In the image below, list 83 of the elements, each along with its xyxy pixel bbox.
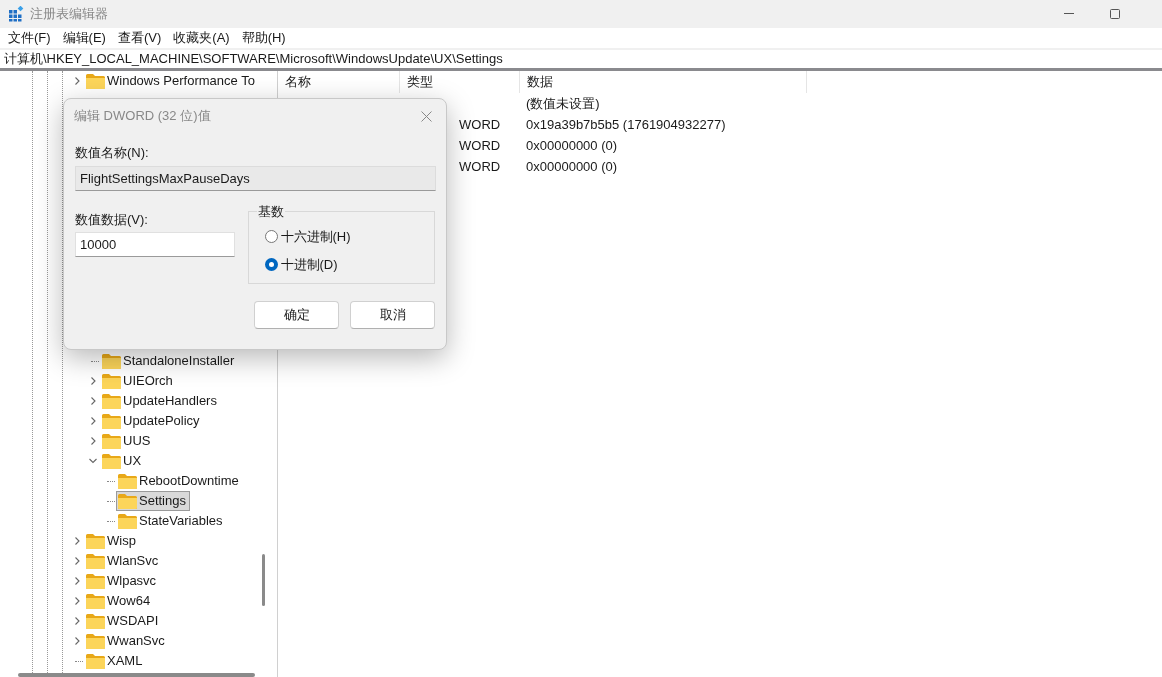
tree-connector [107,500,115,502]
column-header[interactable]: 类型 [400,71,520,93]
tree-item[interactable]: UUS [100,431,155,451]
folder-icon [102,433,121,449]
expand-icon[interactable] [73,597,81,605]
dialog-button[interactable]: 确定 [254,301,339,329]
tree-connector [75,660,83,662]
menu-item[interactable]: 编辑(E) [56,28,112,48]
field-label: 数值名称(N): [75,144,150,161]
table-cell: 0x19a39b7b5b5 (1761904932277) [526,116,726,132]
folder-icon [86,633,105,649]
expand-icon[interactable] [73,577,81,585]
menu-item[interactable]: 帮助(H) [235,28,292,48]
tree-item[interactable]: XAML [84,651,147,671]
expand-icon[interactable] [73,617,81,625]
folder-icon [86,653,105,669]
close-icon [420,110,432,122]
folder-icon [102,453,121,469]
expand-icon[interactable] [89,397,97,405]
table-cell: 0x00000000 (0) [526,137,618,153]
horizontal-scrollbar[interactable] [18,673,255,677]
tree-connector [91,360,99,362]
menu-item[interactable]: 文件(F) [2,28,57,48]
table-cell: (数值未设置) [526,95,600,111]
folder-icon [118,513,137,529]
tree-item[interactable]: WSDAPI [84,611,163,631]
field-label: 数值数据(V): [75,211,149,228]
column-header[interactable]: 名称 [278,71,400,93]
expand-icon[interactable] [73,557,81,565]
table-cell: WORD [459,137,501,153]
tree-item[interactable]: UX [100,451,146,471]
folder-icon [102,393,121,409]
folder-icon [102,413,121,429]
tree-item[interactable]: Wisp [84,531,140,551]
folder-icon [118,493,137,509]
tree-connector [107,480,115,482]
window-title: 注册表编辑器 [30,5,108,24]
folder-icon [86,613,105,629]
tree-item[interactable]: StandaloneInstaller [100,351,239,371]
dialog-button[interactable]: 取消 [350,301,435,329]
value-field[interactable]: 10000 [75,232,235,257]
folder-icon [118,473,137,489]
tree-item[interactable]: WlanSvc [84,551,163,571]
name-field[interactable]: FlightSettingsMaxPauseDays [75,166,436,191]
tree-item[interactable]: StateVariables [116,511,227,531]
folder-icon [102,353,121,369]
radio-button[interactable]: 十六进制(H) [264,226,434,246]
tree-item[interactable]: Settings [116,491,190,511]
radio-button[interactable]: 十进制(D) [264,255,434,275]
tree-item[interactable]: UIEOrch [100,371,177,391]
tree-item[interactable]: UpdateHandlers [100,391,221,411]
registry-icon [8,6,24,22]
folder-icon [102,373,121,389]
expand-icon[interactable] [89,377,97,385]
expand-icon[interactable] [73,537,81,545]
expand-icon[interactable] [73,77,81,85]
tree-item[interactable]: RebootDowntime [116,471,243,491]
minimize-icon [1064,13,1074,15]
maximize-icon [1110,9,1120,19]
folder-icon [86,593,105,609]
tree-connector [107,520,115,522]
folder-icon [86,573,105,589]
expand-icon[interactable] [89,437,97,445]
tree-item[interactable]: Wow64 [84,591,155,611]
menu-item[interactable]: 收藏夹(A) [167,28,236,48]
table-cell: WORD [459,158,501,174]
menu-item[interactable]: 查看(V) [111,28,168,48]
dialog-title: 编辑 DWORD (32 位)值 [74,107,211,126]
expand-icon[interactable] [89,417,97,425]
tree-item[interactable]: Windows Performance To [84,71,257,91]
tree-item[interactable]: UpdatePolicy [100,411,204,431]
folder-icon [86,553,105,569]
tree-item[interactable]: Wlpasvc [84,571,161,591]
expand-icon[interactable] [73,637,81,645]
table-cell: WORD [459,116,501,132]
vertical-scrollbar[interactable] [262,554,265,606]
folder-icon [86,73,105,89]
folder-icon [86,533,105,549]
collapse-icon[interactable] [89,457,97,465]
column-header[interactable]: 数据 [520,71,807,93]
address-bar[interactable]: 计算机\HKEY_LOCAL_MACHINE\SOFTWARE\Microsoft\WindowsUpdate\UX\Settings [0,50,1162,71]
table-cell: 0x00000000 (0) [526,158,618,174]
tree-item[interactable]: WwanSvc [84,631,169,651]
